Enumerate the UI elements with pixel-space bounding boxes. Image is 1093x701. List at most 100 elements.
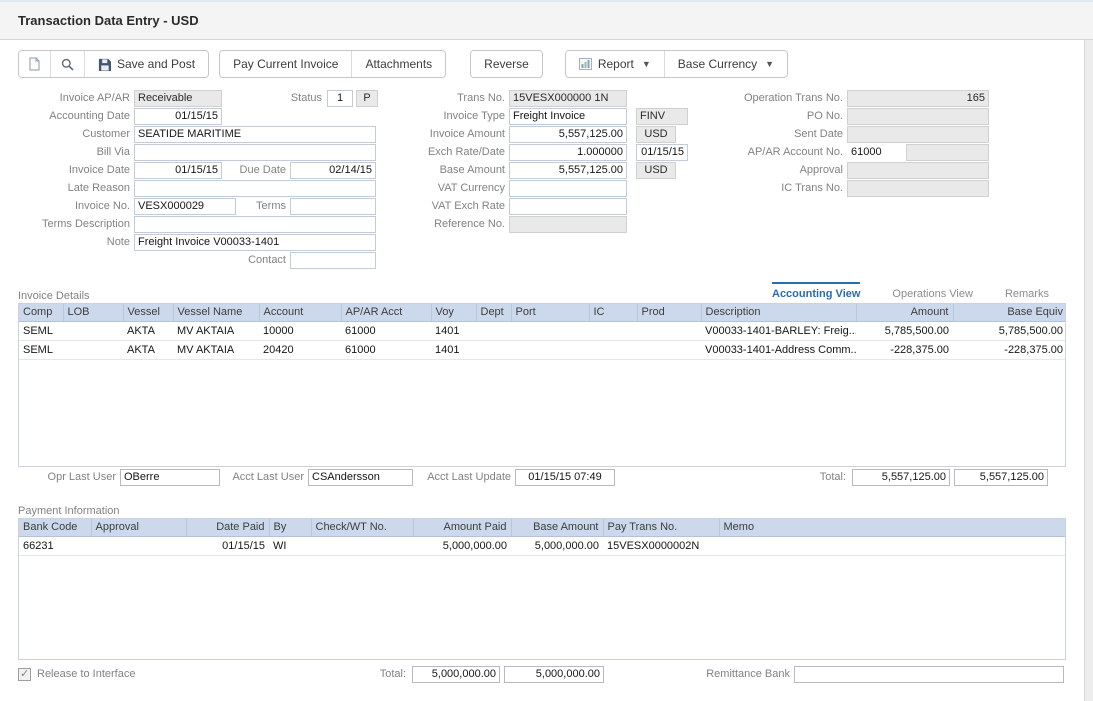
invoice-no-label: Invoice No.	[18, 198, 130, 215]
late-reason-field[interactable]	[134, 180, 376, 197]
terms-description-label: Terms Description	[18, 216, 130, 233]
customer-label: Customer	[18, 126, 130, 143]
cell[interactable]: AKTA	[123, 340, 173, 359]
cell[interactable]	[589, 340, 637, 359]
cell[interactable]: 66231	[19, 536, 91, 555]
cell[interactable]: 61000	[341, 321, 431, 340]
cell[interactable]: 15VESX0000002N	[603, 536, 719, 555]
new-document-icon	[29, 57, 40, 71]
col-voy: Voy	[431, 304, 476, 321]
search-button[interactable]	[51, 51, 85, 77]
terms-description-field[interactable]	[134, 216, 376, 233]
reference-no-label: Reference No.	[385, 216, 505, 233]
exch-date-field[interactable]: 01/15/15	[636, 144, 688, 161]
cell[interactable]: 01/15/15	[186, 536, 269, 555]
release-to-interface-checkbox[interactable]	[18, 668, 31, 681]
exch-rate-field[interactable]: 1.000000	[509, 144, 627, 161]
search-icon	[61, 58, 74, 71]
cell[interactable]	[637, 340, 701, 359]
cell[interactable]	[63, 340, 123, 359]
contact-field[interactable]	[290, 252, 376, 269]
note-field[interactable]: Freight Invoice V00033-1401	[134, 234, 376, 251]
ic-trans-no-field	[847, 180, 989, 197]
cell[interactable]	[719, 536, 1066, 555]
invoice-type-field[interactable]: Freight Invoice	[509, 108, 627, 125]
payment-total-paid-field: 5,000,000.00	[412, 666, 500, 683]
cell[interactable]	[311, 536, 413, 555]
reverse-button[interactable]: Reverse	[471, 51, 542, 77]
cell[interactable]: SEML	[19, 321, 63, 340]
approval-label: Approval	[703, 162, 843, 179]
cell[interactable]: MV AKTAIA	[173, 340, 259, 359]
cell[interactable]: MV AKTAIA	[173, 321, 259, 340]
cell[interactable]: 1401	[431, 340, 476, 359]
status-code-field[interactable]: 1	[327, 90, 353, 107]
base-currency-dropdown-button[interactable]: Base Currency ▼	[665, 51, 787, 77]
attachments-button[interactable]: Attachments	[352, 51, 445, 77]
customer-field[interactable]: SEATIDE MARITIME	[134, 126, 376, 143]
pay-current-invoice-button[interactable]: Pay Current Invoice	[220, 51, 352, 77]
cell[interactable]: -228,375.00	[856, 340, 953, 359]
vertical-scrollbar[interactable]	[1084, 40, 1093, 701]
base-amount-field: 5,557,125.00	[509, 162, 627, 179]
invoice-date-label: Invoice Date	[18, 162, 130, 179]
po-no-field	[847, 108, 989, 125]
cell[interactable]: 5,000,000.00	[511, 536, 603, 555]
col-amount: Amount	[856, 304, 953, 321]
save-and-post-button[interactable]: Save and Post	[85, 51, 208, 77]
cell[interactable]	[511, 321, 589, 340]
invoice-grid-row[interactable]: SEML AKTA MV AKTAIA 10000 61000 1401 V00…	[19, 321, 1066, 340]
cell[interactable]: 20420	[259, 340, 341, 359]
tab-operations-view[interactable]: Operations View	[892, 282, 973, 300]
remittance-bank-field[interactable]	[794, 666, 1064, 683]
tab-accounting-view[interactable]: Accounting View	[772, 282, 860, 300]
cell[interactable]	[63, 321, 123, 340]
cell[interactable]: 5,000,000.00	[413, 536, 511, 555]
cell[interactable]: -228,375.00	[953, 340, 1066, 359]
cell[interactable]: V00033-1401-Address Comm...	[701, 340, 856, 359]
invoice-date-field[interactable]: 01/15/15	[134, 162, 222, 179]
cell[interactable]	[511, 340, 589, 359]
apar-account-no-field[interactable]: 61000	[847, 144, 901, 161]
late-reason-label: Late Reason	[18, 180, 130, 197]
vat-exch-rate-field[interactable]	[509, 198, 627, 215]
invoice-grid-row[interactable]: SEML AKTA MV AKTAIA 20420 61000 1401 V00…	[19, 340, 1066, 359]
col-prod: Prod	[637, 304, 701, 321]
due-date-field[interactable]: 02/14/15	[290, 162, 376, 179]
col-ic: IC	[589, 304, 637, 321]
vat-exch-rate-label: VAT Exch Rate	[385, 198, 505, 215]
payment-total-label: Total:	[360, 666, 406, 683]
new-document-button[interactable]	[19, 51, 51, 77]
invoice-details-grid: Comp LOB Vessel Vessel Name Account AP/A…	[18, 303, 1066, 467]
tab-remarks[interactable]: Remarks	[1005, 282, 1049, 300]
payment-grid-row[interactable]: 66231 01/15/15 WI 5,000,000.00 5,000,000…	[19, 536, 1066, 555]
col-base-equiv: Base Equiv	[953, 304, 1066, 321]
transaction-data-entry-window: Transaction Data Entry - USD Save and Po…	[0, 0, 1093, 701]
bill-via-field[interactable]	[134, 144, 376, 161]
invoice-no-field[interactable]: VESX000029	[134, 198, 236, 215]
cell[interactable]: 1401	[431, 321, 476, 340]
report-dropdown-button[interactable]: Report ▼	[566, 51, 665, 77]
cell[interactable]	[476, 321, 511, 340]
cell[interactable]	[589, 321, 637, 340]
cell[interactable]: 5,785,500.00	[953, 321, 1066, 340]
vat-currency-field[interactable]	[509, 180, 627, 197]
invoice-amount-field[interactable]: 5,557,125.00	[509, 126, 627, 143]
report-icon	[579, 58, 592, 70]
cell[interactable]: AKTA	[123, 321, 173, 340]
cell[interactable]	[476, 340, 511, 359]
col-memo: Memo	[719, 519, 1066, 536]
report-label: Report	[598, 57, 634, 71]
toolbar-group-report: Report ▼ Base Currency ▼	[565, 50, 788, 78]
col-apar-acct: AP/AR Acct	[341, 304, 431, 321]
cell[interactable]	[637, 321, 701, 340]
cell[interactable]: SEML	[19, 340, 63, 359]
cell[interactable]: V00033-1401-BARLEY: Freig...	[701, 321, 856, 340]
cell[interactable]: WI	[269, 536, 311, 555]
cell[interactable]: 5,785,500.00	[856, 321, 953, 340]
cell[interactable]	[91, 536, 186, 555]
cell[interactable]: 10000	[259, 321, 341, 340]
terms-field[interactable]	[290, 198, 376, 215]
cell[interactable]: 61000	[341, 340, 431, 359]
accounting-date-field[interactable]: 01/15/15	[134, 108, 222, 125]
